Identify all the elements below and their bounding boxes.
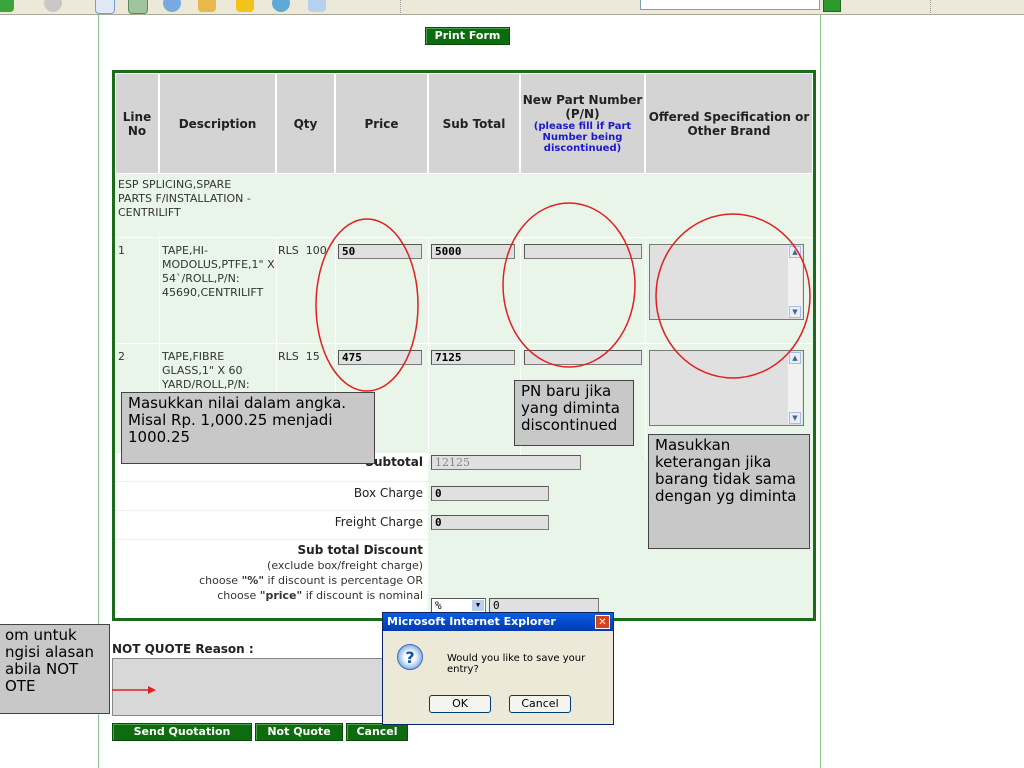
browser-toolbar <box>0 0 1024 15</box>
header-new-pn-note: (please fill if Part Number being discon… <box>533 121 632 154</box>
discount-type-select[interactable]: % ▼ <box>431 598 486 613</box>
header-qty: Qty <box>276 73 335 174</box>
scrollbar[interactable]: ▲ ▼ <box>788 352 802 424</box>
discount-line3: choose "price" if discount is nominal <box>217 589 423 602</box>
not-quote-button[interactable]: Not Quote <box>255 723 343 741</box>
discount-description: Sub total Discount (exclude box/freight … <box>135 543 423 603</box>
discount-line1: (exclude box/freight charge) <box>267 559 423 572</box>
row1-description: TAPE,HI-MODOLUS,PTFE,1" X 54`/ROLL,P/N: … <box>162 244 275 299</box>
discount-title: Sub total Discount <box>297 543 423 557</box>
box-charge-label: Box Charge <box>353 486 423 500</box>
star-icon[interactable] <box>236 0 254 12</box>
header-offered-spec: Offered Specification or Other Brand <box>645 73 813 174</box>
go-arrow-icon[interactable] <box>823 0 841 12</box>
row2-offered-spec-textarea[interactable]: ▲ ▼ <box>649 350 804 426</box>
picture-icon[interactable] <box>128 0 148 14</box>
pencil-icon[interactable] <box>198 0 216 12</box>
not-quote-hint-callout: om untuk ngisi alasan abila NOT OTE <box>0 624 110 714</box>
row2-price-input[interactable]: 475 <box>338 350 422 365</box>
spec-hint-callout: Masukkan keterangan jika barang tidak sa… <box>648 434 810 549</box>
folder-icon[interactable] <box>308 0 326 12</box>
document-icon[interactable] <box>95 0 115 14</box>
globe-icon[interactable] <box>163 0 181 12</box>
row2-new-pn-input[interactable] <box>524 350 642 365</box>
back-icon[interactable] <box>0 0 14 12</box>
refresh-icon[interactable] <box>272 0 290 12</box>
header-sub-total: Sub Total <box>428 73 520 174</box>
box-charge-input[interactable]: 0 <box>431 486 549 501</box>
print-form-button[interactable]: Print Form <box>425 27 510 45</box>
header-line-no: Line No <box>115 73 159 174</box>
chevron-down-icon[interactable]: ▼ <box>472 600 484 611</box>
dialog-cancel-button[interactable]: Cancel <box>509 695 571 713</box>
not-quote-reason-label: NOT QUOTE Reason : <box>112 642 254 656</box>
scroll-up-icon[interactable]: ▲ <box>789 352 801 364</box>
freight-charge-input[interactable]: 0 <box>431 515 549 530</box>
forward-icon[interactable] <box>44 0 62 12</box>
freight-charge-label: Freight Charge <box>334 515 423 529</box>
row1-line-no: 1 <box>118 244 125 257</box>
header-new-part-number: New Part Number (P/N) (please fill if Pa… <box>520 73 645 174</box>
row1-new-pn-input[interactable] <box>524 244 642 259</box>
dialog-ok-button[interactable]: OK <box>429 695 491 713</box>
row1-qty: RLS 100 <box>278 244 327 257</box>
scroll-down-icon[interactable]: ▼ <box>789 306 801 318</box>
row2-subtotal-field: 7125 <box>431 350 515 365</box>
toolbar-separator <box>400 0 402 13</box>
pn-hint-callout: PN baru jika yang diminta discontinued <box>514 380 634 446</box>
dialog-message: Would you like to save your entry? <box>447 653 586 675</box>
dialog-title: Microsoft Internet Explorer <box>383 613 613 631</box>
row2-qty: RLS 15 <box>278 350 320 363</box>
header-price: Price <box>335 73 428 174</box>
price-hint-callout: Masukkan nilai dalam angka. Misal Rp. 1,… <box>121 392 375 464</box>
row2-line-no: 2 <box>118 350 125 363</box>
scroll-up-icon[interactable]: ▲ <box>789 246 801 258</box>
subtotal-field: 12125 <box>431 455 581 470</box>
discount-value-input[interactable]: 0 <box>489 598 599 613</box>
group-label: ESP SPLICING,SPARE PARTS F/INSTALLATION … <box>118 178 251 219</box>
confirm-dialog: Microsoft Internet Explorer ✕ ? Would yo… <box>382 612 614 725</box>
page-frame-right <box>820 14 821 768</box>
header-description: Description <box>159 73 276 174</box>
row1-price-input[interactable]: 50 <box>338 244 422 259</box>
row1-subtotal-field: 5000 <box>431 244 515 259</box>
scrollbar[interactable]: ▲ ▼ <box>788 246 802 318</box>
send-quotation-button[interactable]: Send Quotation <box>112 723 252 741</box>
header-new-pn-label: New Part Number (P/N) <box>522 93 643 121</box>
toolbar-separator <box>930 0 932 13</box>
discount-line2: choose "%" if discount is percentage OR <box>199 574 423 587</box>
cancel-button[interactable]: Cancel <box>346 723 408 741</box>
row2-description: TAPE,FIBRE GLASS,1" X 60 YARD/ROLL,P/N: <box>162 350 250 391</box>
row1-offered-spec-textarea[interactable]: ▲ ▼ <box>649 244 804 320</box>
close-icon[interactable]: ✕ <box>595 615 610 629</box>
address-combo[interactable] <box>640 0 820 10</box>
scroll-down-icon[interactable]: ▼ <box>789 412 801 424</box>
question-icon: ? <box>397 644 423 670</box>
